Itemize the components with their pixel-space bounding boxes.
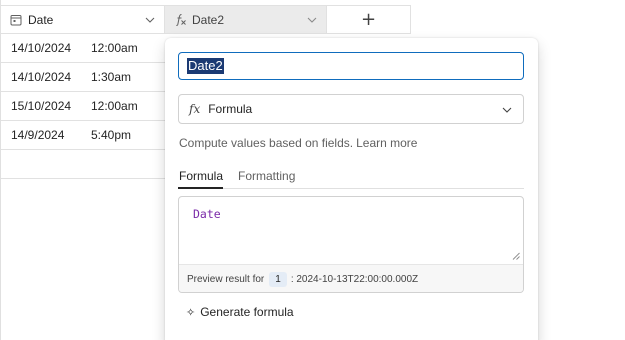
- field-name-input[interactable]: Date2: [178, 52, 524, 80]
- learn-more-link[interactable]: Learn more: [356, 136, 417, 150]
- plus-icon: +: [360, 8, 377, 30]
- field-type-description: Compute values based on fields. Learn mor…: [179, 136, 417, 150]
- preview-row-selector[interactable]: 1: [269, 272, 287, 287]
- sparkle-icon: ✧: [186, 305, 196, 319]
- column-header-date2-label: Date2: [192, 12, 225, 27]
- formula-text[interactable]: Date: [193, 207, 221, 221]
- chevron-down-icon: [501, 104, 513, 116]
- formula-editor[interactable]: Date Preview result for 1 : 2024-10-13T2…: [178, 196, 524, 293]
- formula-icon: fx: [189, 102, 201, 116]
- tab-formula[interactable]: Formula: [178, 169, 224, 189]
- generate-formula-button[interactable]: ✧ Generate formula: [186, 305, 294, 319]
- calendar-icon: [9, 13, 23, 27]
- field-name-selected-text: Date2: [187, 58, 224, 74]
- time-cell: 12:00am: [91, 41, 138, 55]
- preview-value: : 2024-10-13T22:00:00.000Z: [290, 274, 419, 285]
- chevron-down-icon[interactable]: [306, 14, 318, 26]
- field-type-label: Formula: [208, 102, 253, 116]
- chevron-down-icon[interactable]: [144, 14, 156, 26]
- new-row[interactable]: [1, 150, 165, 179]
- time-cell: 1:30am: [91, 70, 132, 84]
- date-cell: 15/10/2024: [11, 99, 72, 113]
- add-column-button[interactable]: +: [327, 5, 411, 34]
- table-body: 14/10/2024 12:00am 14/10/2024 1:30am 15/…: [1, 34, 165, 179]
- table-row[interactable]: 14/10/2024 12:00am: [1, 34, 165, 63]
- preview-bar: Preview result for 1 : 2024-10-13T22:00:…: [179, 264, 523, 292]
- tab-formatting[interactable]: Formatting: [237, 169, 295, 188]
- field-type-dropdown[interactable]: fx Formula: [178, 94, 524, 124]
- description-text: Compute values based on fields.: [179, 136, 354, 150]
- time-cell: 12:00am: [91, 99, 138, 113]
- table-row[interactable]: 15/10/2024 12:00am: [1, 92, 165, 121]
- formula-icon: [173, 13, 187, 27]
- date-cell: 14/10/2024: [11, 70, 72, 84]
- column-header-row: Date Date2 +: [0, 5, 625, 34]
- time-cell: 5:40pm: [91, 128, 132, 142]
- column-header-date2[interactable]: Date2: [165, 5, 327, 34]
- resize-grip-icon[interactable]: [512, 249, 520, 260]
- column-header-date-label: Date: [28, 12, 54, 27]
- date-cell: 14/9/2024: [11, 128, 65, 142]
- preview-label: Preview result for: [187, 274, 265, 285]
- field-editor-popover: Date2 fx Formula Compute values based on…: [165, 38, 538, 340]
- column-header-date[interactable]: Date: [0, 5, 165, 34]
- table-row[interactable]: 14/9/2024 5:40pm: [1, 121, 165, 150]
- table-row[interactable]: 14/10/2024 1:30am: [1, 63, 165, 92]
- date-cell: 14/10/2024: [11, 41, 72, 55]
- editor-tabs: Formula Formatting: [178, 169, 524, 189]
- generate-formula-label: Generate formula: [200, 305, 294, 319]
